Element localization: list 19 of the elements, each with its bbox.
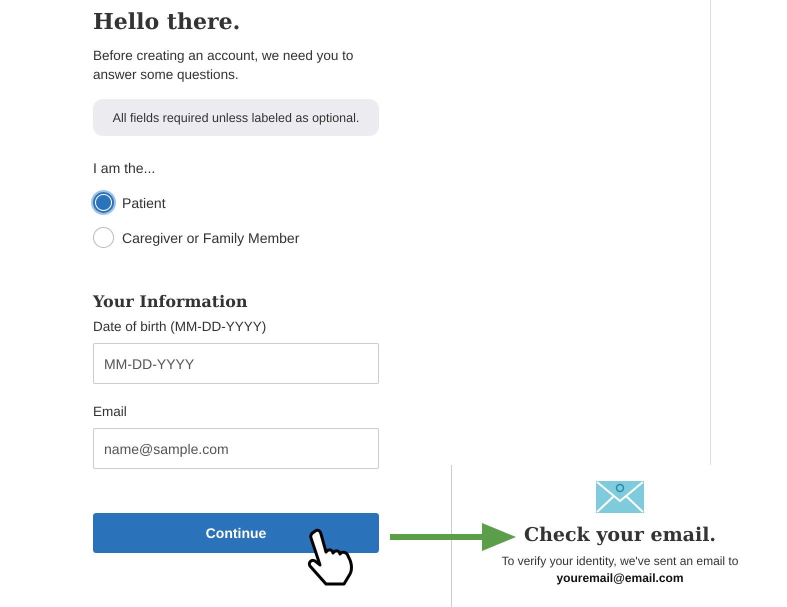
continue-button[interactable]: Continue	[93, 513, 379, 553]
intro-text: Before creating an account, we need you to answer some questions.	[93, 47, 354, 84]
radio-label[interactable]: Caregiver or Family Member	[122, 230, 300, 246]
arrow-icon	[390, 523, 516, 551]
notice-banner: All fields required unless labeled as optional.	[93, 99, 379, 136]
field-label: Email	[93, 404, 128, 419]
role-question: I am the...	[93, 160, 156, 176]
radio-button[interactable]	[93, 192, 114, 213]
confirmation-title: Check your email.	[524, 524, 716, 546]
radio-button[interactable]	[93, 227, 114, 248]
input-field[interactable]: name@sample.com	[93, 428, 379, 469]
email-address: youremail@email.com	[556, 571, 684, 585]
field-label: Date of birth (MM-DD-YYYY)	[93, 319, 268, 334]
confirmation-message: To verify your identity, we've sent an email to	[502, 554, 738, 568]
page-heading: Hello there.	[93, 9, 242, 35]
envelope-icon	[596, 481, 644, 513]
radio-label[interactable]: Patient	[122, 194, 166, 210]
section-heading: Your Information	[93, 292, 249, 311]
input-field[interactable]: MM-DD-YYYY	[93, 343, 379, 384]
